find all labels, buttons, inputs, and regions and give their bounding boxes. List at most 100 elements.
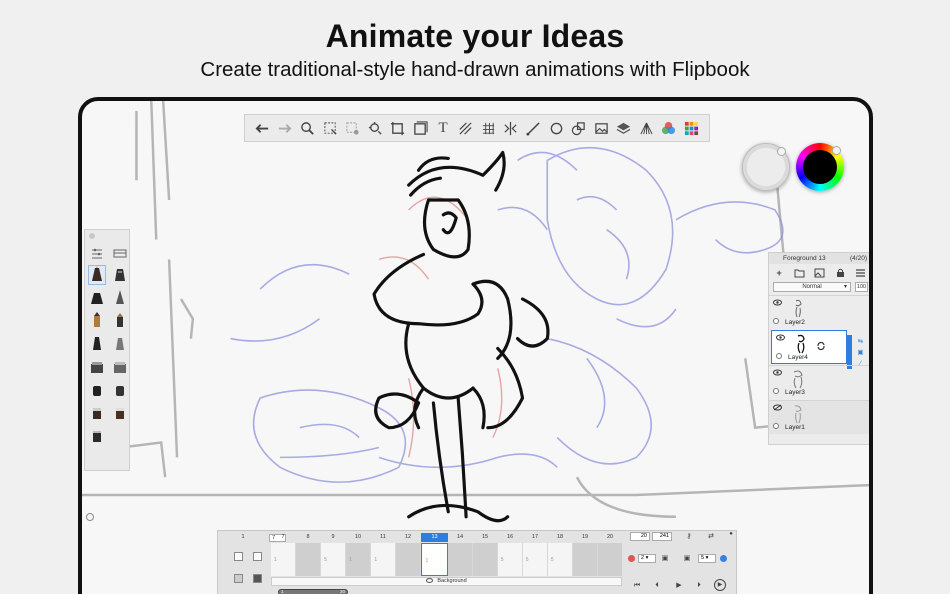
swatch-toggle-icon[interactable] [832,146,841,155]
redo-icon[interactable] [276,119,294,137]
eye-icon[interactable] [773,369,782,376]
brush-library-icon[interactable] [112,244,128,262]
marker-brush-icon[interactable] [89,289,105,307]
background-layer-bar[interactable]: Background [271,577,622,586]
move-layer-icon[interactable]: ⇆ [858,337,863,345]
frame-cell[interactable]: 5 [498,543,523,576]
crayon-brush-icon[interactable] [89,312,105,330]
range-start-input[interactable]: 20 [630,532,650,541]
frame-cell[interactable]: 1 [346,543,372,576]
onion-skin-icon[interactable]: ▣ [660,554,670,563]
eye-hidden-icon[interactable] [773,404,782,411]
layers-icon[interactable] [615,119,633,137]
frame-cell[interactable] [296,543,322,576]
eye-icon[interactable] [426,578,434,584]
frame-cell[interactable]: 1 [271,543,297,576]
copy-frame-icon[interactable] [253,552,262,561]
ink-brush-icon[interactable] [112,266,128,284]
delete-frame-icon[interactable] [253,574,262,583]
add-layer-icon[interactable]: + [774,268,785,278]
image-icon[interactable] [592,119,610,137]
range-end-input[interactable]: 241 [652,532,672,541]
sync-icon[interactable] [816,341,826,351]
layer-row-active[interactable]: Layer4 [771,330,847,364]
swatch-toggle-icon[interactable] [777,147,786,156]
loop-icon[interactable]: ⇄ [706,532,716,541]
prev-frame-icon[interactable]: ⏴ [652,581,662,590]
play-icon[interactable]: ▶ [674,581,684,590]
smudge-brush-icon[interactable] [89,427,105,445]
frame-cell[interactable] [598,543,623,576]
layer-row[interactable]: Layer1 [769,400,869,434]
eye-icon[interactable] [776,334,785,341]
frame-cell[interactable] [472,543,498,576]
frame-cell[interactable]: 5 [523,543,548,576]
color-wheel-icon[interactable] [660,119,678,137]
frame-cell-current[interactable]: 1 [421,543,448,576]
lock-icon[interactable] [835,268,846,278]
text-icon[interactable]: T [434,119,452,137]
eye-icon[interactable] [773,299,782,306]
primary-color-swatch[interactable] [796,143,844,191]
key-icon[interactable]: ⚷ [684,532,694,541]
pen-brush-icon[interactable] [112,289,128,307]
loop-play-icon[interactable]: ▶ [714,579,726,591]
shape-icon[interactable] [570,119,588,137]
paste-frame-icon[interactable] [234,552,243,561]
layer-row[interactable]: Layer2 [769,295,869,329]
flat-brush-icon[interactable] [89,358,105,376]
onion-skin-after-icon[interactable]: ▣ [682,554,692,563]
select-lasso-icon[interactable] [344,119,362,137]
transform-icon[interactable]: ▣ [857,348,863,356]
grid-icon[interactable] [479,119,497,137]
secondary-color-swatch[interactable] [742,143,790,191]
timeline-scroller[interactable]: 1 20 [278,589,348,594]
pencil-brush-icon[interactable] [87,265,106,285]
onion-after-color-icon[interactable] [720,555,727,562]
frame-cell[interactable] [572,543,599,576]
round-brush-icon[interactable] [89,381,105,399]
onion-after-select[interactable]: 5 ▾ [698,554,716,563]
zoom-icon[interactable] [298,119,316,137]
undo-icon[interactable] [253,119,271,137]
layer-radio[interactable] [773,318,779,324]
onion-before-select[interactable]: 2 ▾ [638,554,656,563]
fineliner-brush-icon[interactable] [89,335,105,353]
brush-settings-icon[interactable] [89,244,105,262]
onion-before-color-icon[interactable] [628,555,635,562]
layer-radio[interactable] [776,353,782,359]
next-frame-icon[interactable]: ⏵ [694,581,704,590]
opacity-field[interactable]: 100 [855,282,868,292]
palette-icon[interactable] [683,119,701,137]
duplicate-frame-icon[interactable] [234,574,243,583]
airbrush-icon[interactable] [112,335,128,353]
hatch-icon[interactable] [457,119,475,137]
symmetry-icon[interactable] [502,119,520,137]
stamp-icon[interactable] [411,119,429,137]
charcoal-brush-icon[interactable] [112,312,128,330]
frame-cell[interactable]: 5 [321,543,347,576]
folder-icon[interactable] [794,268,805,278]
menu-icon[interactable] [855,268,866,278]
panel-close-icon[interactable] [89,233,95,239]
frame-cell[interactable]: 5 [548,543,573,576]
panel-handle-icon[interactable] [86,513,94,521]
crop-icon[interactable] [389,119,407,137]
layer-radio[interactable] [773,388,779,394]
blend-mode-select[interactable]: Normal ▾ [773,282,851,292]
layer-row[interactable]: Layer3 [769,365,869,399]
eraser-soft-icon[interactable] [112,404,128,422]
frame-cell[interactable] [396,543,422,576]
current-frame-marker[interactable]: 13 [421,533,448,542]
move-icon[interactable] [366,119,384,137]
wide-brush-icon[interactable] [112,358,128,376]
frame-cell[interactable] [447,543,473,576]
ellipse-icon[interactable] [547,119,565,137]
first-frame-icon[interactable]: ⏮ [632,581,642,590]
layer-radio[interactable] [773,423,779,429]
panel-close-icon[interactable]: ● [726,530,736,539]
soft-brush-icon[interactable] [112,381,128,399]
perspective-icon[interactable] [637,119,655,137]
frame-cell[interactable]: 1 [371,543,397,576]
import-image-icon[interactable] [814,268,825,278]
